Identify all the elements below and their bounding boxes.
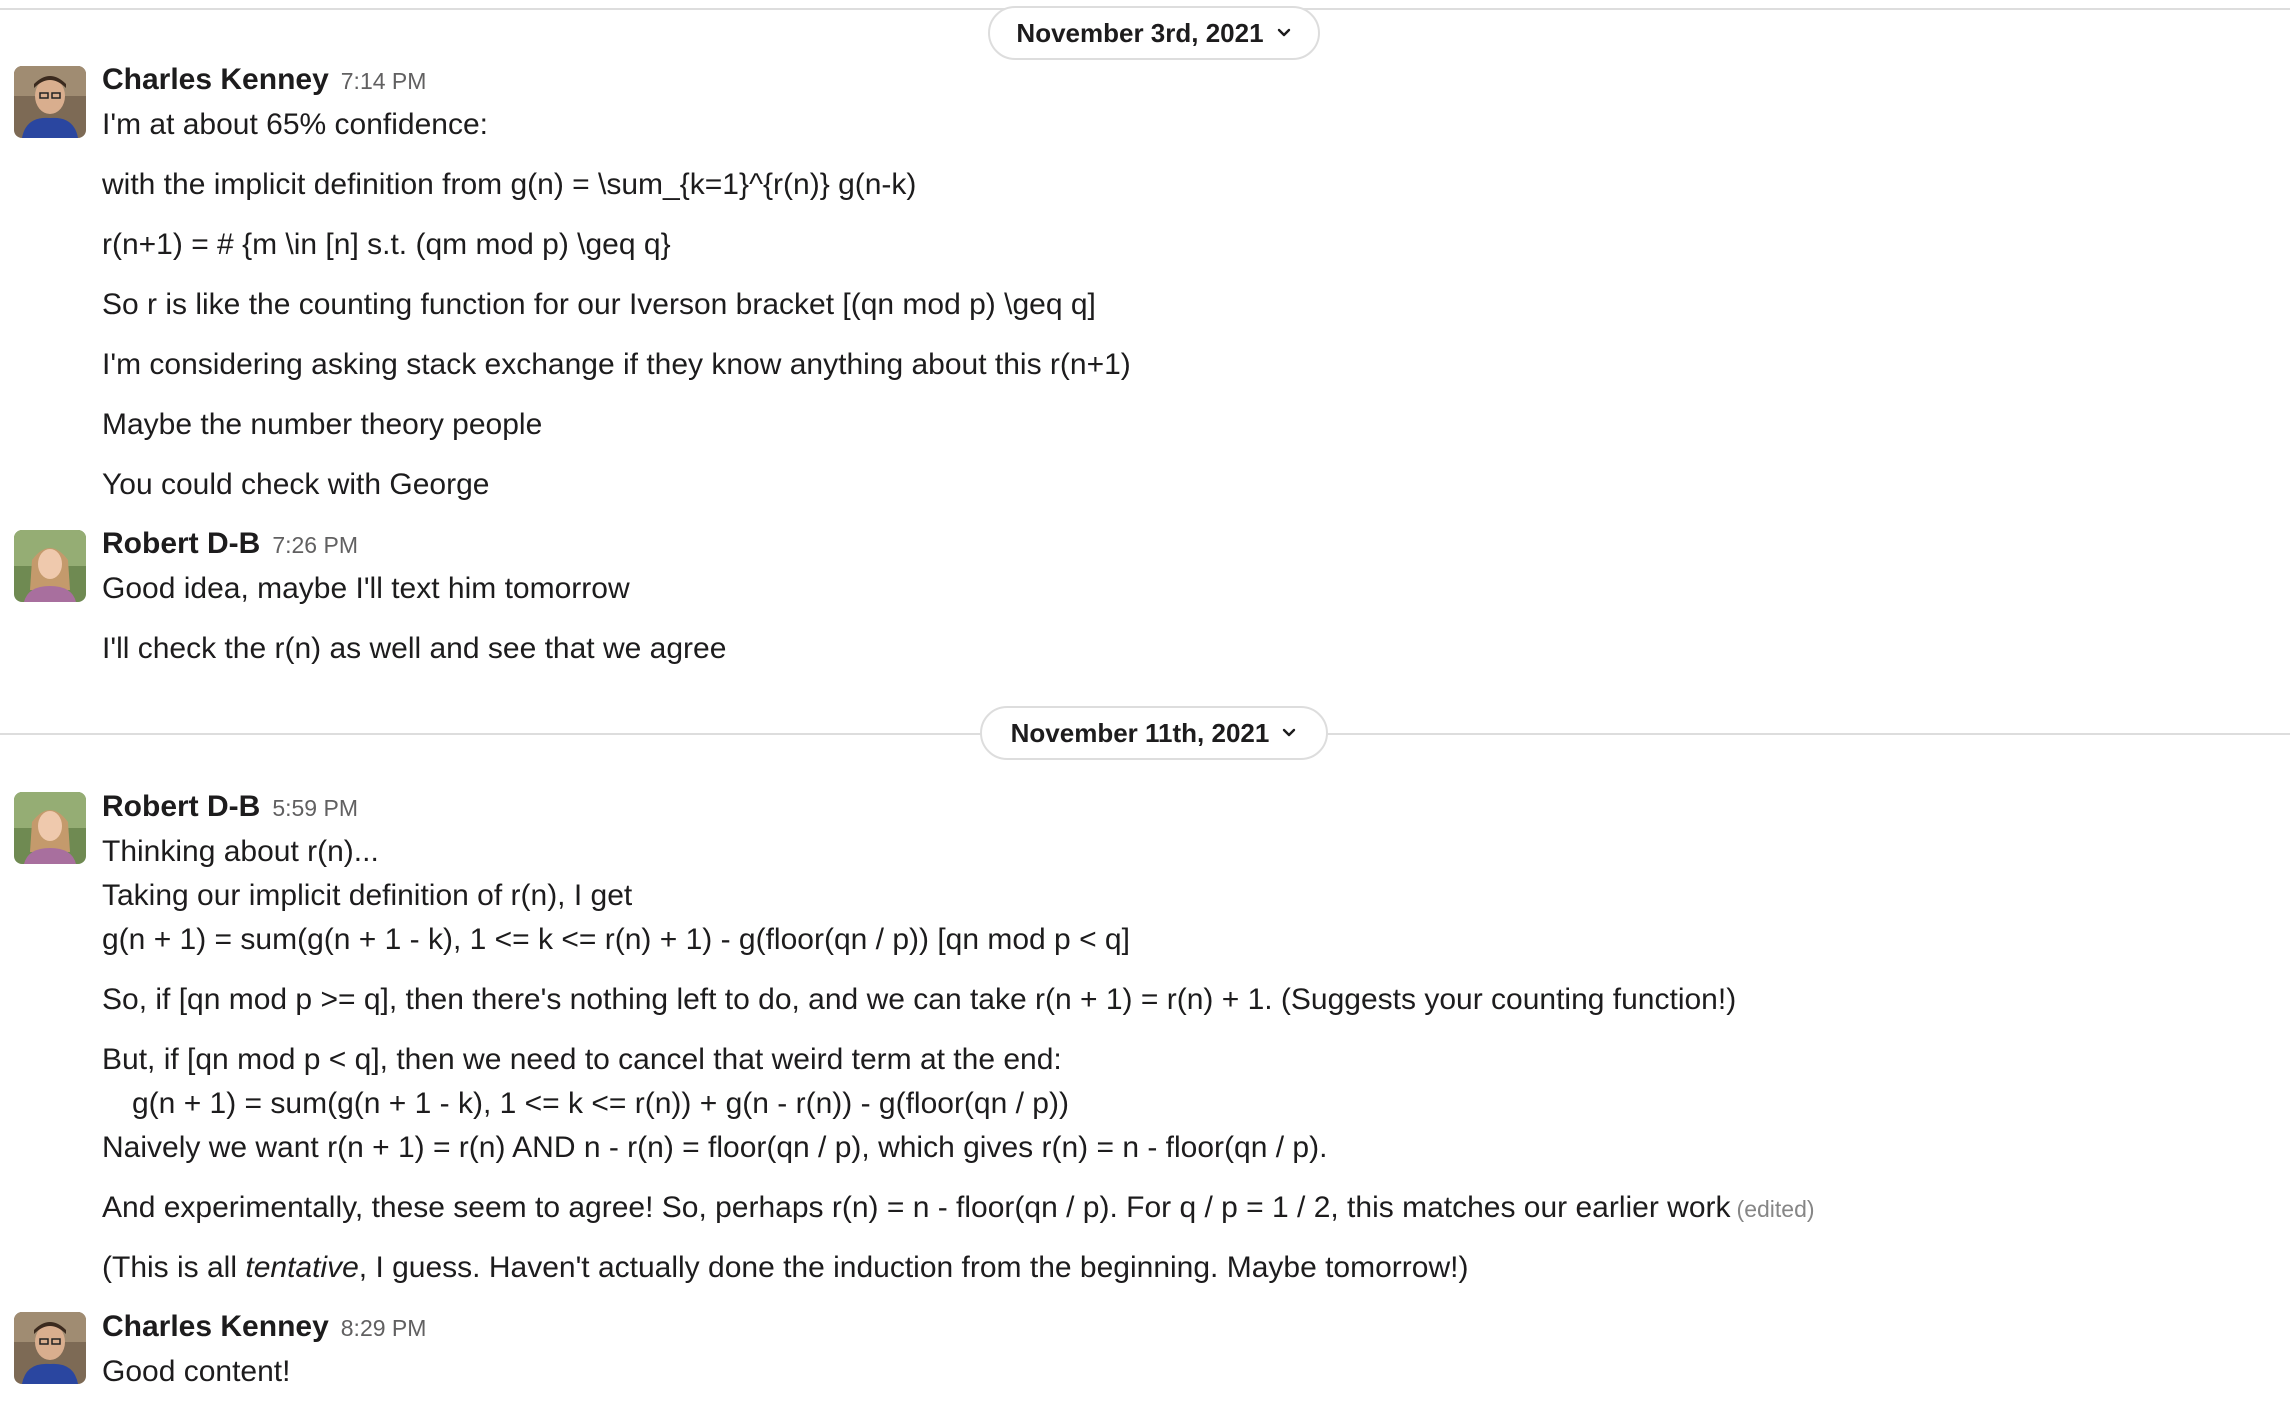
- message-text: Thinking about r(n)...: [102, 835, 379, 868]
- avatar[interactable]: [14, 1312, 86, 1384]
- chevron-down-icon: [1283, 728, 1296, 737]
- message-timestamp[interactable]: 5:59 PM: [272, 795, 358, 821]
- edited-label: (edited): [1736, 1196, 1815, 1222]
- avatar[interactable]: [14, 530, 86, 602]
- author-name[interactable]: Robert D-B: [102, 527, 260, 560]
- date-divider-button[interactable]: November 3rd, 2021: [988, 6, 1320, 60]
- italic-text: tentative: [245, 1251, 359, 1284]
- message-author[interactable]: Robert D-B 7:26 PM: [102, 526, 358, 563]
- message-author[interactable]: Charles Kenney 7:14 PM: [102, 62, 426, 99]
- message-text: I'm at about 65% confidence:: [102, 108, 488, 141]
- message-text: You could check with George: [102, 468, 490, 501]
- message-author[interactable]: Charles Kenney 8:29 PM: [102, 1309, 426, 1346]
- message-text: r(n+1) = # {m \in [n] s.t. (qm mod p) \g…: [102, 228, 671, 261]
- message-text: Good idea, maybe I'll text him tomorrow: [102, 572, 630, 605]
- message-author[interactable]: Robert D-B 5:59 PM: [102, 789, 358, 826]
- message-text: g(n + 1) = sum(g(n + 1 - k), 1 <= k <= r…: [132, 1087, 1069, 1120]
- message-text: (This is all tentative, I guess. Haven't…: [102, 1250, 1468, 1286]
- message-text: So, if [qn mod p >= q], then there's not…: [102, 983, 1737, 1016]
- message-text: But, if [qn mod p < q], then we need to …: [102, 1043, 1062, 1076]
- author-name[interactable]: Charles Kenney: [102, 63, 329, 96]
- date-divider-button[interactable]: November 11th, 2021: [980, 706, 1328, 760]
- message-text: And experimentally, these seem to agree!…: [102, 1190, 1815, 1227]
- author-name[interactable]: Robert D-B: [102, 790, 260, 823]
- message-text-segment: (This is all: [102, 1251, 246, 1284]
- message-text: I'll check the r(n) as well and see that…: [102, 632, 727, 665]
- message-timestamp[interactable]: 7:26 PM: [272, 532, 358, 558]
- message-text: with the implicit definition from g(n) =…: [102, 168, 917, 201]
- author-name[interactable]: Charles Kenney: [102, 1310, 329, 1343]
- message-text: Maybe the number theory people: [102, 408, 543, 441]
- chevron-down-icon: [1277, 28, 1290, 37]
- avatar[interactable]: [14, 66, 86, 138]
- date-label: November 11th, 2021: [1010, 717, 1270, 748]
- date-label: November 3rd, 2021: [1016, 17, 1264, 48]
- message-text-segment: And experimentally, these seem to agree!…: [102, 1191, 1731, 1224]
- message-text: Taking our implicit definition of r(n), …: [102, 879, 633, 912]
- avatar[interactable]: [14, 792, 86, 864]
- message-timestamp[interactable]: 7:14 PM: [341, 68, 427, 94]
- message-text: g(n + 1) = sum(g(n + 1 - k), 1 <= k <= r…: [102, 923, 1130, 956]
- message-timestamp[interactable]: 8:29 PM: [341, 1315, 427, 1341]
- message-text: Good content!: [102, 1355, 291, 1388]
- message-text-segment: , I guess. Haven't actually done the ind…: [358, 1251, 1469, 1284]
- message-text: I'm considering asking stack exchange if…: [102, 348, 1131, 381]
- message-text: Naively we want r(n + 1) = r(n) AND n - …: [102, 1131, 1328, 1164]
- message-text: So r is like the counting function for o…: [102, 288, 1096, 321]
